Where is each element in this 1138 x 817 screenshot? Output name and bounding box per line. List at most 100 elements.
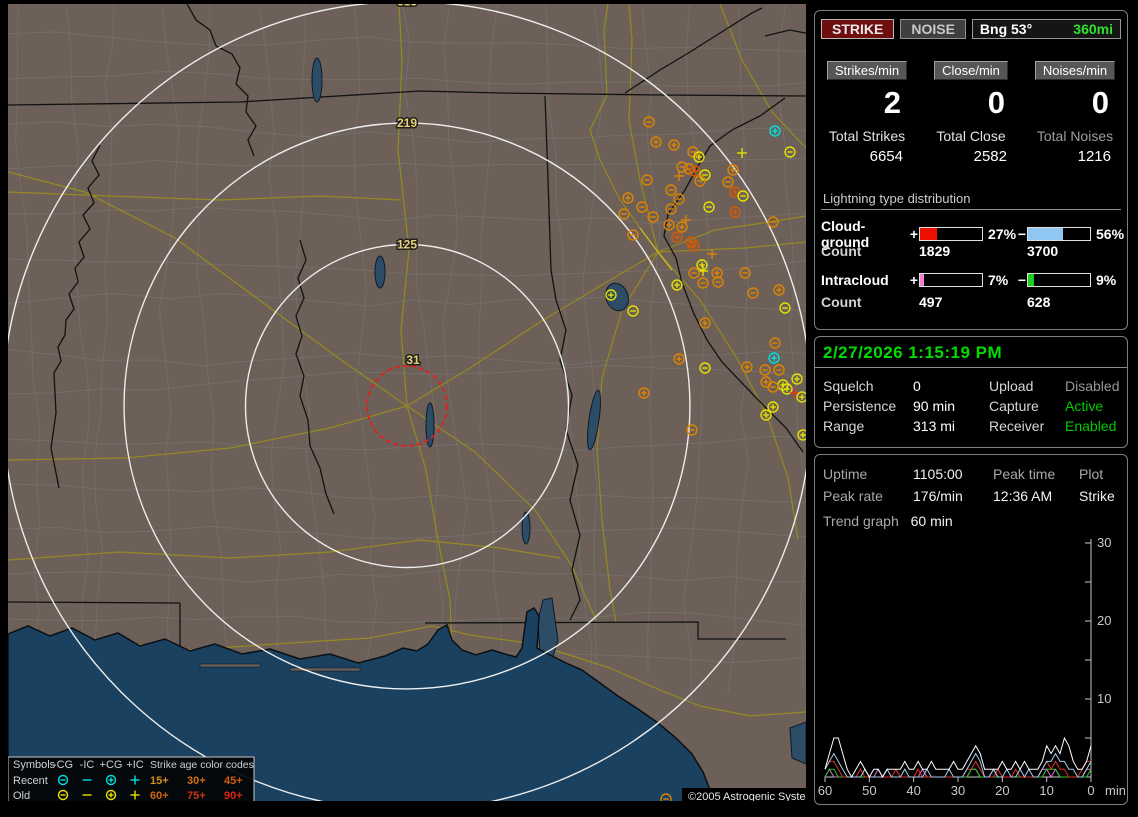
x-tick-label: 60	[818, 783, 832, 798]
noises-per-min-value: 0	[1091, 85, 1109, 120]
total-close-label: Total Close	[936, 128, 1006, 144]
intracloud-label: Intracloud	[821, 271, 889, 288]
range-value: 313 mi	[913, 418, 956, 434]
total-strikes-label: Total Strikes	[828, 128, 906, 144]
status-row: Squelch 0 Upload Disabled	[815, 376, 1127, 396]
strikes-per-min-badge: Strikes/min	[826, 61, 908, 80]
count-label: Count	[821, 243, 862, 259]
svg-text:60+: 60+	[150, 790, 169, 802]
statistics-box: Uptime 1105:00 Peak time Plot Peak rate …	[814, 454, 1128, 805]
noise-toggle-button[interactable]: NOISE	[900, 19, 966, 39]
map-legend: Symbols-CG -IC +CG +IC Strike age color code…	[8, 756, 255, 802]
lightning-type-distribution: Lightning type distribution Cloud-ground…	[815, 191, 1127, 314]
ic-positive-percent: 7%	[988, 271, 1009, 288]
cg-positive-percent: 27%	[988, 226, 1017, 242]
ic-negative-count: 628	[1027, 294, 1051, 310]
uptime-value: 1105:00	[913, 466, 963, 482]
trend-graph-row: Trend graph 60 min	[815, 507, 1127, 529]
strikes-per-min-value: 2	[883, 85, 901, 120]
map-layers: 12521931331Symbols-CG -IC +CG +IC Strike age…	[8, 4, 806, 802]
trend-series-ic_negative	[824, 768, 1092, 778]
y-tick-label: 30	[1097, 535, 1111, 550]
trend-series-total	[824, 736, 1092, 779]
svg-text:15+: 15+	[150, 775, 169, 787]
svg-text:Symbols: Symbols	[13, 759, 56, 771]
plus-sign: +	[909, 226, 919, 242]
persistence-label: Persistence	[823, 398, 897, 414]
map-canvas[interactable]: 12521931331Symbols-CG -IC +CG +IC Strike age…	[0, 0, 810, 812]
cg-negative-bar	[1027, 227, 1091, 241]
cg-positive-count: 1829	[919, 243, 951, 259]
strike-toggle-button[interactable]: STRIKE	[821, 19, 895, 39]
status-row: Persistence 90 min Capture Active	[815, 396, 1127, 416]
stats-row: Uptime 1105:00 Peak time Plot	[815, 463, 1127, 485]
range-label: Range	[823, 418, 865, 434]
peak-rate-value: 176/min	[913, 488, 963, 504]
cg-negative-percent: 56%	[1096, 226, 1125, 242]
ic-positive-count: 497	[919, 294, 943, 310]
total-close-value: 2582	[973, 148, 1007, 165]
status-row: Range 313 mi Receiver Enabled	[815, 416, 1127, 436]
noises-column: Noises/min 0 Total Noises 1216	[1023, 61, 1127, 165]
x-tick-label: 0	[1087, 783, 1094, 798]
bearing-value: Bng 53°	[979, 21, 1033, 37]
svg-text:+CG: +CG	[100, 759, 123, 771]
total-strikes-value: 6654	[869, 148, 903, 165]
ic-negative-percent: 9%	[1096, 271, 1117, 288]
y-tick-label: 10	[1097, 691, 1111, 706]
svg-text:-CG: -CG	[53, 759, 73, 771]
peak-time-label: Peak time	[993, 466, 1056, 482]
squelch-label: Squelch	[823, 378, 874, 394]
x-tick-label: 40	[906, 783, 920, 798]
x-tick-label: 20	[995, 783, 1009, 798]
uptime-label: Uptime	[823, 466, 868, 482]
status-panel: STRIKE NOISE Bng 53° 360mi Strikes/min 2…	[814, 0, 1130, 812]
svg-text:+IC: +IC	[126, 759, 143, 771]
capture-label: Capture	[989, 398, 1039, 414]
lightning-map[interactable]: 125 219 313 31 Symbols -CG -IC +CG +IC Strike age…	[0, 0, 810, 812]
svg-text:-IC: -IC	[80, 759, 95, 771]
plot-value: Strike	[1079, 488, 1115, 504]
x-axis-unit: min	[1105, 783, 1125, 798]
svg-text:75+: 75+	[187, 790, 206, 802]
alarm-ring-label: 31	[406, 353, 420, 367]
receiver-value: Enabled	[1065, 418, 1117, 434]
x-tick-label: 50	[862, 783, 876, 798]
close-per-min-badge: Close/min	[934, 61, 1008, 80]
close-column: Close/min 0 Total Close 2582	[919, 61, 1023, 165]
svg-text:Recent: Recent	[13, 775, 48, 787]
counters-box: STRIKE NOISE Bng 53° 360mi Strikes/min 2…	[814, 10, 1128, 330]
ring-label: 125	[397, 238, 417, 252]
ic-negative-bar	[1027, 272, 1091, 287]
persistence-value: 90 min	[913, 398, 956, 414]
cg-negative-count: 3700	[1027, 243, 1059, 259]
minus-sign: −	[1017, 226, 1027, 242]
bearing-range-display: Bng 53° 360mi	[971, 19, 1121, 39]
trend-series-ic_positive	[824, 768, 1091, 779]
x-tick-label: 30	[951, 783, 965, 798]
total-noises-value: 1216	[1077, 148, 1111, 165]
cloud-ground-row: Cloud-ground + 27% − 56%	[821, 218, 1125, 250]
svg-text:Old: Old	[13, 790, 30, 802]
range-readout: 360mi	[1073, 21, 1113, 37]
minus-sign: −	[1017, 271, 1027, 288]
total-noises-label: Total Noises	[1036, 128, 1114, 144]
ic-positive-bar	[919, 272, 983, 287]
receiver-status-box: 2/27/2026 1:15:19 PM Squelch 0 Upload Di…	[814, 336, 1128, 448]
trend-graph-label: Trend graph	[823, 513, 899, 529]
count-label: Count	[821, 294, 862, 310]
plus-sign: +	[909, 271, 919, 288]
trend-series-cg_negative	[824, 752, 1092, 779]
ring-label: 219	[397, 116, 417, 130]
chart-axes	[824, 539, 1092, 782]
strikes-column: Strikes/min 2 Total Strikes 6654	[815, 61, 919, 165]
peak-time-value: 12:36 AM	[993, 488, 1053, 504]
plot-label: Plot	[1079, 466, 1104, 482]
peak-rate-label: Peak rate	[823, 488, 883, 504]
upload-label: Upload	[989, 378, 1034, 394]
close-per-min-value: 0	[987, 85, 1005, 120]
cg-positive-bar	[919, 227, 983, 241]
upload-value: Disabled	[1065, 378, 1120, 394]
noises-per-min-badge: Noises/min	[1034, 61, 1116, 80]
stats-row: Peak rate 176/min 12:36 AM Strike	[815, 485, 1127, 507]
